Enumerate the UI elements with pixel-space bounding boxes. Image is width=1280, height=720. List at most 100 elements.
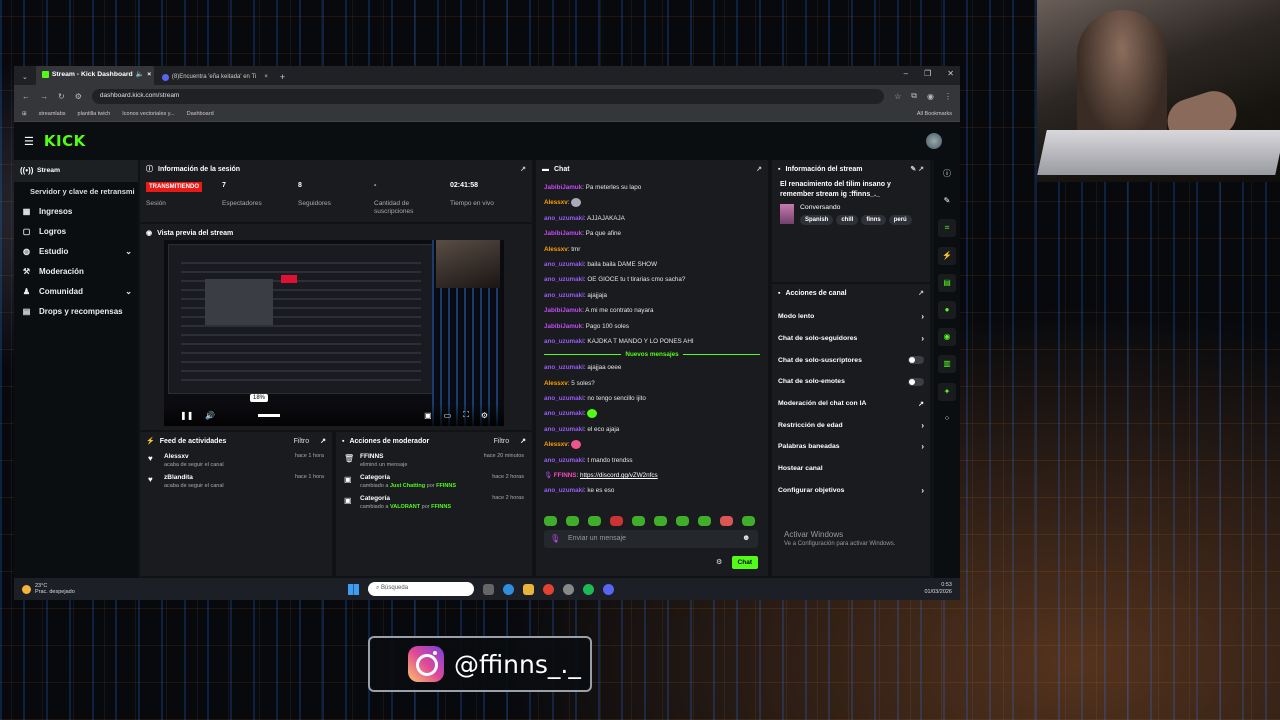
mod-filter-button[interactable]: Filtro bbox=[494, 438, 510, 445]
user-avatar[interactable] bbox=[926, 133, 942, 149]
volume-icon[interactable]: 🔊 bbox=[205, 411, 215, 420]
new-messages-divider[interactable]: Nuevos mensajes bbox=[544, 349, 760, 360]
info-icon[interactable]: ⓘ bbox=[938, 165, 956, 183]
action-banned-words[interactable]: Palabras baneadas › bbox=[772, 436, 930, 458]
bookmark-plantilla[interactable]: plantilla twich bbox=[78, 111, 111, 117]
feed-filter-button[interactable]: Filtro bbox=[294, 438, 310, 445]
action-emotes-only[interactable]: Chat de solo-emotes bbox=[772, 371, 930, 393]
more-icon[interactable]: ⁘ bbox=[938, 410, 956, 428]
sidebar-item-estudio[interactable]: ◍ Estudio ⌄ bbox=[14, 242, 138, 262]
fullscreen-icon[interactable]: ⛶ bbox=[463, 410, 469, 420]
pip-icon[interactable]: ▣ bbox=[424, 411, 432, 420]
close-icon[interactable]: × bbox=[264, 74, 268, 80]
all-bookmarks[interactable]: All Bookmarks bbox=[917, 111, 952, 117]
hamburger-menu-icon[interactable]: ☰ bbox=[24, 135, 34, 148]
pencil-icon[interactable]: ✎ bbox=[938, 192, 956, 210]
windows-start-icon[interactable] bbox=[348, 583, 359, 595]
minimize-icon[interactable]: – bbox=[904, 69, 908, 78]
chat-settings-icon[interactable]: ⚙ bbox=[716, 558, 722, 566]
poll-icon[interactable]: ▤ bbox=[938, 273, 956, 292]
chat-input[interactable]: Enviar un mensaje bbox=[544, 530, 758, 548]
theater-icon[interactable]: ▭ bbox=[444, 411, 452, 420]
emote-icon[interactable] bbox=[720, 516, 733, 526]
popout-icon[interactable]: ↗ bbox=[320, 437, 326, 445]
wrench-icon[interactable]: ✦ bbox=[938, 382, 956, 401]
emote-icon[interactable] bbox=[632, 516, 645, 526]
emote-icon[interactable] bbox=[544, 516, 557, 526]
action-goals[interactable]: Configurar objetivos › bbox=[772, 480, 930, 502]
popout-icon[interactable]: ↗ bbox=[520, 165, 526, 173]
action-ai-moderation[interactable]: Moderación del chat con IA ↗ bbox=[772, 393, 930, 415]
forward-icon[interactable]: → bbox=[40, 92, 48, 101]
stream-preview-video[interactable]: ❚❚ 🔊 ▣ ▭ ⛶ ⚙ 18% bbox=[164, 240, 504, 426]
emote-icon[interactable] bbox=[566, 516, 579, 526]
bolt-icon[interactable]: ⚡ bbox=[938, 246, 956, 265]
emote-icon[interactable] bbox=[676, 516, 689, 526]
action-age-restriction[interactable]: Restricción de edad › bbox=[772, 414, 930, 436]
maximize-icon[interactable]: ❐ bbox=[924, 69, 931, 78]
bookmark-star-icon[interactable]: ☆ bbox=[894, 92, 901, 101]
reload-icon[interactable]: ↻ bbox=[58, 92, 65, 101]
tab-kick-dashboard[interactable]: Stream - Kick Dashboard 🔈 × bbox=[35, 66, 154, 85]
popout-icon[interactable]: ↗ bbox=[520, 437, 526, 445]
discord-link[interactable]: https://discord.gg/vZW2nfcs bbox=[580, 472, 658, 479]
extensions-icon[interactable]: ⧉ bbox=[911, 91, 917, 101]
bookmark-dashboard[interactable]: Dashboard bbox=[187, 111, 214, 117]
apps-grid-icon[interactable]: ⊞ bbox=[22, 111, 27, 117]
sidebar-item-drops[interactable]: ▤ Drops y recompensas bbox=[14, 302, 138, 322]
emote-icon[interactable] bbox=[654, 516, 667, 526]
emote-icon[interactable] bbox=[698, 516, 711, 526]
emotes-only-toggle[interactable] bbox=[908, 377, 924, 386]
discord-icon[interactable] bbox=[603, 583, 614, 595]
tag[interactable]: chill bbox=[836, 215, 859, 226]
clip-icon[interactable]: ⌗ bbox=[938, 219, 956, 238]
bookmark-iconos[interactable]: Iconos vectoriales y... bbox=[122, 111, 174, 117]
edit-icon[interactable]: ✎ ↗ bbox=[910, 165, 924, 173]
profile-icon[interactable]: ◉ bbox=[927, 92, 934, 101]
menu-icon[interactable]: ⋮ bbox=[944, 92, 952, 101]
subs-only-toggle[interactable] bbox=[908, 356, 924, 365]
emote-icon[interactable] bbox=[742, 516, 755, 526]
tag[interactable]: Spanish bbox=[800, 215, 834, 226]
site-info-icon[interactable]: ⚙ bbox=[75, 92, 82, 101]
volume-slider[interactable] bbox=[258, 414, 280, 417]
weather-widget[interactable]: 23°C Prac. despejado bbox=[14, 583, 75, 595]
sidebar-item-stream[interactable]: ((•)) Stream bbox=[14, 160, 138, 182]
action-subs-only[interactable]: Chat de solo-suscriptores bbox=[772, 349, 930, 371]
settings-gear-icon[interactable]: ⚙ bbox=[481, 411, 488, 420]
taskbar-search[interactable]: ⌕ Búsqueda bbox=[368, 582, 474, 596]
popout-icon[interactable]: ↗ bbox=[756, 165, 762, 173]
sidebar-item-server-key[interactable]: Servidor y clave de retransmi bbox=[14, 182, 138, 202]
action-host-channel[interactable]: Hostear canal bbox=[772, 458, 930, 480]
chat-send-button[interactable]: Chat bbox=[731, 556, 758, 569]
emoji-icon[interactable]: ☻ bbox=[742, 533, 750, 542]
tag[interactable]: finns bbox=[861, 215, 886, 226]
sidebar-item-logros[interactable]: ▢ Logros bbox=[14, 222, 138, 242]
close-icon[interactable]: × bbox=[147, 71, 151, 78]
edge-icon[interactable] bbox=[503, 583, 514, 595]
server-icon[interactable]: ▥ bbox=[938, 355, 956, 374]
tab-discord[interactable]: (8)Encuentra 'eña keitada' en Ti × bbox=[156, 69, 274, 85]
kick-logo[interactable]: KICK bbox=[44, 132, 86, 150]
action-slow-mode[interactable]: Modo lento › bbox=[772, 306, 930, 328]
action-followers-only[interactable]: Chat de solo-seguidores › bbox=[772, 328, 930, 350]
new-tab-button[interactable]: + bbox=[276, 72, 289, 85]
emote-icon[interactable] bbox=[610, 516, 623, 526]
tag[interactable]: perú bbox=[888, 215, 912, 226]
pause-icon[interactable]: ❚❚ bbox=[180, 411, 193, 420]
chat-bubble-icon[interactable]: ● bbox=[938, 300, 956, 319]
emote-icon[interactable] bbox=[588, 516, 601, 526]
sidebar-item-comunidad[interactable]: ♟ Comunidad ⌄ bbox=[14, 282, 138, 302]
file-explorer-icon[interactable] bbox=[523, 583, 534, 595]
url-field[interactable]: dashboard.kick.com/stream bbox=[91, 88, 885, 104]
broadcast-icon[interactable]: ◉ bbox=[938, 328, 956, 347]
chrome-icon[interactable] bbox=[543, 583, 554, 595]
popout-icon[interactable]: ↗ bbox=[918, 289, 924, 297]
bookmark-streamlabs[interactable]: streamlabs bbox=[39, 111, 66, 117]
back-icon[interactable]: ← bbox=[22, 92, 30, 101]
obs-icon[interactable] bbox=[563, 583, 574, 595]
task-view-icon[interactable] bbox=[483, 583, 494, 595]
close-window-icon[interactable]: ✕ bbox=[947, 69, 954, 78]
sidebar-item-moderacion[interactable]: ⚒ Moderación bbox=[14, 262, 138, 282]
tab-search-icon[interactable]: ⌄ bbox=[18, 73, 34, 85]
